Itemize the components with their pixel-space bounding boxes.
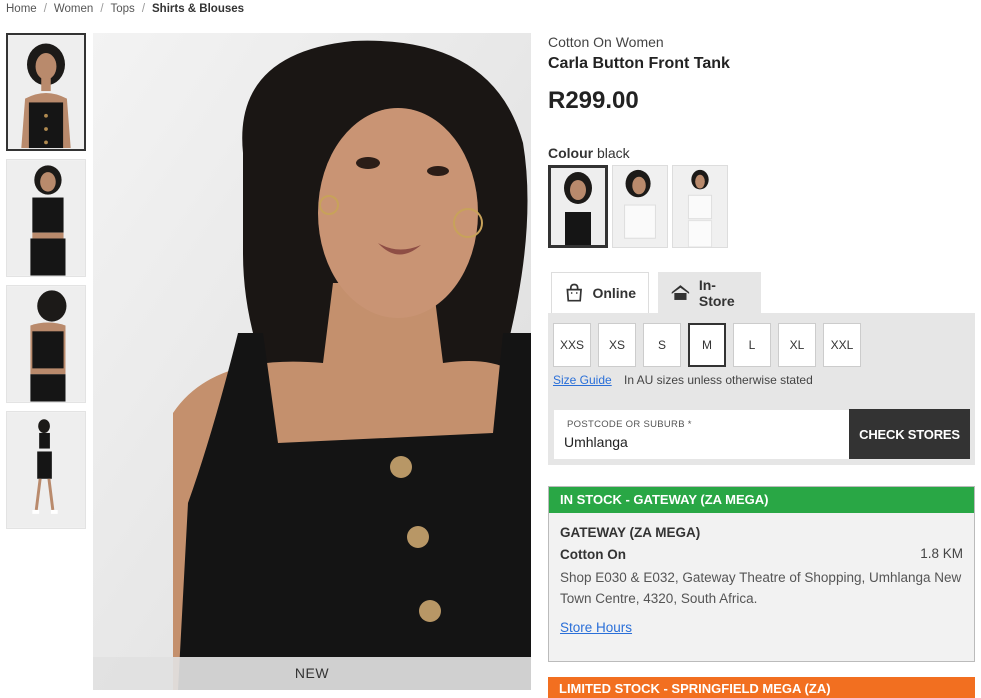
store-name: GATEWAY (ZA MEGA) bbox=[560, 525, 701, 540]
colour-label: Colour black bbox=[548, 145, 976, 161]
tab-online[interactable]: Online bbox=[551, 272, 649, 313]
thumbnail-image bbox=[7, 160, 85, 276]
tab-online-label: Online bbox=[592, 285, 636, 301]
size-option[interactable]: L bbox=[733, 323, 771, 367]
product-title: Carla Button Front Tank bbox=[548, 55, 730, 72]
breadcrumb: Home / Women / Tops / Shirts & Blouses bbox=[6, 3, 244, 15]
thumbnail-image bbox=[7, 286, 85, 402]
product-brand[interactable]: Cotton On Women bbox=[548, 34, 976, 50]
stock-status-banner: IN STOCK - GATEWAY (ZA MEGA) bbox=[549, 487, 974, 513]
breadcrumb-separator: / bbox=[43, 3, 47, 15]
shopping-bag-icon bbox=[566, 283, 582, 302]
swatch-white-alt[interactable] bbox=[672, 165, 728, 248]
store-result: IN STOCK - GATEWAY (ZA MEGA) GATEWAY (ZA… bbox=[548, 486, 975, 662]
size-option[interactable]: S bbox=[643, 323, 681, 367]
size-options: XXS XS S M L XL XXL bbox=[553, 323, 868, 367]
new-badge: NEW bbox=[93, 657, 531, 690]
swatch-black[interactable] bbox=[548, 165, 608, 248]
store-hours-link[interactable]: Store Hours bbox=[560, 620, 632, 635]
product-price: R299.00 bbox=[548, 87, 639, 114]
size-option[interactable]: XL bbox=[778, 323, 816, 367]
tab-instore[interactable]: In-Store bbox=[658, 272, 761, 313]
model-photo bbox=[93, 33, 531, 690]
breadcrumb-tops[interactable]: Tops bbox=[111, 3, 135, 15]
size-note: In AU sizes unless otherwise stated bbox=[624, 373, 813, 387]
store-address: Shop E030 & E032, Gateway Theatre of Sho… bbox=[560, 570, 962, 606]
swatch-image bbox=[673, 166, 727, 247]
colour-swatches bbox=[548, 165, 976, 248]
breadcrumb-current: Shirts & Blouses bbox=[152, 3, 245, 15]
size-option-selected[interactable]: M bbox=[688, 323, 726, 367]
main-product-image[interactable]: NEW bbox=[93, 33, 531, 690]
thumbnail-list bbox=[6, 33, 88, 537]
breadcrumb-separator: / bbox=[141, 3, 146, 15]
postcode-field[interactable]: POSTCODE OR SUBURB * bbox=[554, 410, 850, 459]
instore-panel: XXS XS S M L XL XXL Size Guide In AU siz… bbox=[548, 313, 975, 465]
store-distance: 1.8 KM bbox=[920, 546, 963, 561]
size-option[interactable]: XXL bbox=[823, 323, 861, 367]
stock-status-banner-limited[interactable]: LIMITED STOCK - SPRINGFIELD MEGA (ZA) bbox=[548, 677, 975, 698]
size-option[interactable]: XXS bbox=[553, 323, 591, 367]
thumbnail-back[interactable] bbox=[6, 285, 86, 403]
colour-label-value: black bbox=[597, 145, 630, 161]
postcode-label: POSTCODE OR SUBURB * bbox=[567, 419, 692, 430]
thumbnail-image bbox=[8, 35, 84, 149]
store-brand: Cotton On bbox=[560, 547, 626, 562]
thumbnail-side[interactable] bbox=[6, 159, 86, 277]
swatch-image bbox=[551, 168, 605, 245]
store-details: GATEWAY (ZA MEGA) Cotton On 1.8 KM Shop … bbox=[549, 513, 974, 647]
swatch-white[interactable] bbox=[612, 165, 668, 248]
thumbnail-front[interactable] bbox=[6, 33, 86, 151]
size-option[interactable]: XS bbox=[598, 323, 636, 367]
tab-instore-label: In-Store bbox=[698, 276, 735, 309]
swatch-image bbox=[613, 166, 667, 247]
size-guide-link[interactable]: Size Guide bbox=[553, 373, 612, 387]
colour-label-key: Colour bbox=[548, 145, 594, 161]
check-stores-button[interactable]: CHECK STORES bbox=[849, 409, 970, 459]
availability-tabs: Online In-Store bbox=[551, 272, 761, 313]
breadcrumb-home[interactable]: Home bbox=[6, 3, 37, 15]
thumbnail-full-length[interactable] bbox=[6, 411, 86, 529]
product-info: Cotton On Women Carla Button Front Tank … bbox=[548, 34, 976, 248]
thumbnail-image bbox=[7, 412, 85, 528]
store-icon bbox=[671, 284, 690, 300]
breadcrumb-separator: / bbox=[100, 3, 104, 15]
postcode-input[interactable] bbox=[564, 432, 834, 452]
breadcrumb-women[interactable]: Women bbox=[54, 3, 93, 15]
